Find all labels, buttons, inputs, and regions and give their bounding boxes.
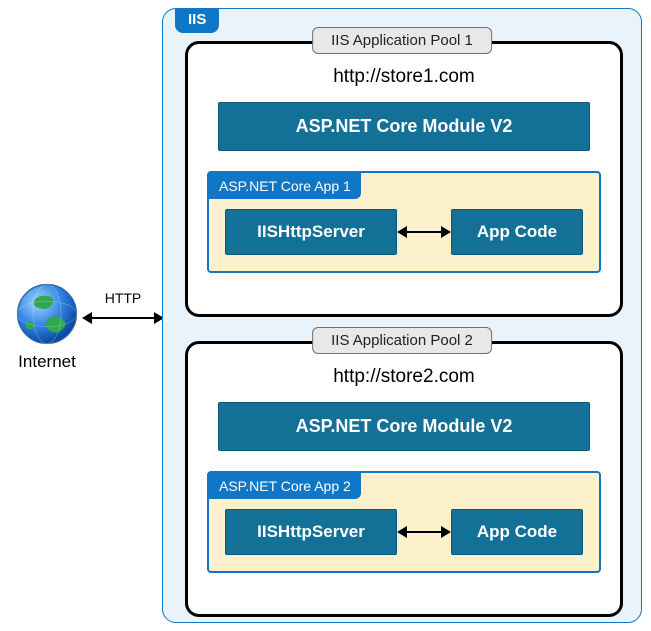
pool-2-app: ASP.NET Core App 2 IISHttpServer App Cod… (207, 471, 601, 573)
double-arrow-icon (397, 222, 451, 242)
pool-2-body: http://store2.com ASP.NET Core Module V2… (185, 341, 623, 617)
pool-2-title: IIS Application Pool 2 (312, 327, 492, 354)
pool-1-httpserver: IISHttpServer (225, 209, 397, 255)
pool-1-app-badge: ASP.NET Core App 1 (209, 173, 361, 199)
http-connector: HTTP (82, 290, 164, 328)
pool-2-app-badge: ASP.NET Core App 2 (209, 473, 361, 499)
pool-1-title: IIS Application Pool 1 (312, 27, 492, 54)
pool-1-app: ASP.NET Core App 1 IISHttpServer App Cod… (207, 171, 601, 273)
pool-1-appcode: App Code (451, 209, 583, 255)
pool-1-module: ASP.NET Core Module V2 (218, 102, 590, 151)
pool-2-module: ASP.NET Core Module V2 (218, 402, 590, 451)
pool-1-body: http://store1.com ASP.NET Core Module V2… (185, 41, 623, 317)
pool-2-httpserver: IISHttpServer (225, 509, 397, 555)
double-arrow-icon (82, 308, 164, 328)
pool-2-app-row: IISHttpServer App Code (209, 509, 599, 555)
iis-badge: IIS (175, 8, 219, 33)
internet-label: Internet (8, 352, 86, 372)
globe-icon (15, 282, 79, 346)
iis-container: IIS IIS Application Pool 1 http://store1… (162, 8, 642, 623)
internet-node: Internet (8, 282, 86, 372)
diagram-canvas: Internet HTTP IIS IIS Application Pool 1… (0, 0, 651, 631)
pool-2-appcode: App Code (451, 509, 583, 555)
double-arrow-icon (397, 522, 451, 542)
http-label: HTTP (82, 290, 164, 306)
pool-1-app-row: IISHttpServer App Code (209, 209, 599, 255)
